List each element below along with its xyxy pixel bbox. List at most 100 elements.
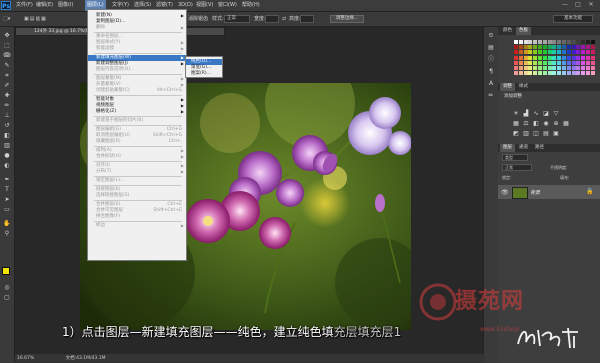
swatch[interactable]	[518, 50, 523, 55]
swatch[interactable]	[542, 45, 547, 50]
swatch[interactable]	[590, 50, 595, 55]
swatch[interactable]	[514, 45, 518, 50]
swatch[interactable]	[547, 66, 552, 70]
zoom-level[interactable]: 16.67%	[15, 356, 34, 361]
swatch[interactable]	[514, 40, 518, 44]
layer-name[interactable]: 背景	[530, 189, 540, 196]
layer-menu-item[interactable]: 删除 ▶	[88, 25, 186, 31]
hue-saturation-icon[interactable]: ▦	[512, 120, 520, 127]
swatch[interactable]	[528, 45, 533, 50]
swatch[interactable]	[557, 60, 562, 65]
quick-select-icon[interactable]: ✎	[2, 61, 12, 70]
swatch[interactable]	[557, 40, 562, 44]
marquee-tool-icon[interactable]: ⬚	[2, 41, 12, 50]
menu-help[interactable]: 帮助(H)	[242, 0, 260, 11]
layer-menu-item[interactable]: 合并形状(H) ▶	[88, 154, 186, 160]
swatch[interactable]	[590, 45, 595, 50]
swatch[interactable]	[557, 66, 562, 70]
swatch[interactable]	[571, 45, 576, 50]
blur-tool-icon[interactable]: ●	[2, 151, 12, 160]
minimize-button[interactable]: —	[560, 1, 570, 9]
menu-window[interactable]: 窗口(W)	[218, 0, 237, 11]
crop-tool-icon[interactable]: ⌗	[2, 71, 12, 80]
exposure-icon[interactable]: ◪	[542, 110, 550, 117]
swatch[interactable]	[533, 45, 538, 50]
path-select-icon[interactable]: ➤	[2, 195, 12, 204]
tab-color[interactable]: 颜色	[500, 27, 515, 35]
threshold-icon[interactable]: ◫	[532, 130, 540, 137]
swatch[interactable]	[523, 71, 528, 76]
swatch[interactable]	[528, 66, 533, 70]
color-lookup-icon[interactable]: ▦	[562, 120, 570, 127]
swatch[interactable]	[542, 40, 547, 44]
swatch[interactable]	[590, 71, 595, 76]
swatch[interactable]	[581, 50, 586, 55]
swatch[interactable]	[566, 71, 571, 76]
character-icon[interactable]: A	[486, 79, 496, 88]
swatch[interactable]	[552, 71, 557, 76]
swatch[interactable]	[533, 40, 538, 44]
swatch[interactable]	[562, 55, 566, 60]
swatch[interactable]	[590, 55, 595, 60]
swatch[interactable]	[562, 40, 566, 44]
swatch[interactable]	[552, 45, 557, 50]
vibrance-icon[interactable]: ▽	[552, 110, 560, 117]
swatch[interactable]	[528, 55, 533, 60]
layer-menu-item[interactable]: 锁定图层(L)...	[88, 178, 186, 184]
swatch[interactable]	[552, 40, 557, 44]
layer-menu-item[interactable]: 创建剪贴蒙版(C) Alt+Ctrl+G	[88, 88, 186, 94]
foreground-color-swatch[interactable]	[2, 267, 10, 275]
swatch[interactable]	[571, 60, 576, 65]
swatch[interactable]	[547, 45, 552, 50]
quick-mask-icon[interactable]: ◎	[2, 283, 12, 292]
zoom-tool-icon[interactable]: ⚲	[2, 229, 12, 238]
invert-icon[interactable]: ◩	[512, 130, 520, 137]
layer-menu-item[interactable]: 修边 ▶	[88, 223, 186, 229]
swatch[interactable]	[552, 55, 557, 60]
swatch[interactable]	[518, 45, 523, 50]
swatch[interactable]	[562, 71, 566, 76]
swatch[interactable]	[581, 45, 586, 50]
swatch[interactable]	[533, 50, 538, 55]
close-button[interactable]: ✕	[586, 1, 596, 9]
swatch[interactable]	[566, 45, 571, 50]
swatch[interactable]	[576, 55, 581, 60]
layer-kind-filter[interactable]: 类型	[502, 154, 528, 161]
swatch[interactable]	[581, 71, 586, 76]
swatch[interactable]	[538, 40, 542, 44]
swatch[interactable]	[538, 66, 542, 70]
gradient-map-icon[interactable]: ▤	[542, 130, 550, 137]
menu-file[interactable]: 文件(F)	[16, 0, 33, 11]
swatch[interactable]	[571, 55, 576, 60]
swatch[interactable]	[533, 71, 538, 76]
brush-tool-icon[interactable]: ✏	[2, 101, 12, 110]
swatch[interactable]	[523, 40, 528, 44]
shape-tool-icon[interactable]: ▭	[2, 205, 12, 214]
swatch[interactable]	[528, 40, 533, 44]
swatch[interactable]	[514, 60, 518, 65]
swatch[interactable]	[590, 60, 595, 65]
swatch[interactable]	[562, 60, 566, 65]
menu-edit[interactable]: 编辑(E)	[36, 0, 53, 11]
swatch[interactable]	[523, 55, 528, 60]
swatch[interactable]	[538, 71, 542, 76]
swatch[interactable]	[533, 66, 538, 70]
swatch[interactable]	[542, 55, 547, 60]
swatch[interactable]	[523, 45, 528, 50]
swatch[interactable]	[576, 71, 581, 76]
curves-icon[interactable]: ∿	[532, 110, 540, 117]
swatch[interactable]	[538, 50, 542, 55]
swatch[interactable]	[523, 50, 528, 55]
swatch[interactable]	[571, 40, 576, 44]
layer-menu-item[interactable]: 选择链接图层(S)	[88, 193, 186, 199]
swatch[interactable]	[566, 50, 571, 55]
layer-row-background[interactable]: 👁 背景 🔒	[498, 185, 600, 199]
swatch[interactable]	[566, 60, 571, 65]
swatch[interactable]	[547, 50, 552, 55]
swatch[interactable]	[514, 55, 518, 60]
swatch[interactable]	[576, 60, 581, 65]
pen-tool-icon[interactable]: ✒	[2, 175, 12, 184]
swatch[interactable]	[542, 60, 547, 65]
fill-submenu-item[interactable]: 图案(R)...	[186, 71, 222, 77]
swatch[interactable]	[557, 55, 562, 60]
